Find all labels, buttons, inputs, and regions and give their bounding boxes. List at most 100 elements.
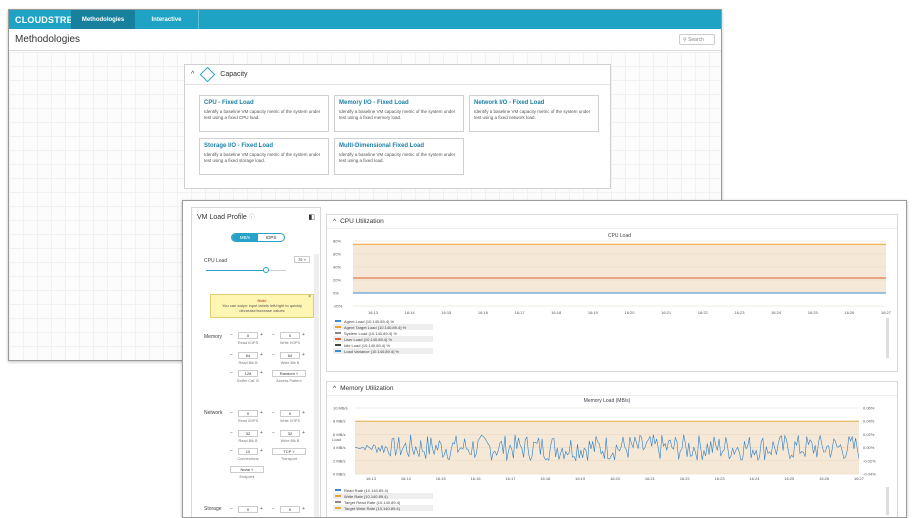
x-tick-label: 16:16 — [478, 310, 489, 315]
mem-read-iops-input[interactable]: 0 — [238, 332, 258, 339]
mem-write-iops-input[interactable]: 0 — [280, 332, 300, 339]
cpu-load-label: CPU Load — [204, 258, 228, 264]
chart-title: CPU Load — [608, 233, 631, 239]
capacity-header[interactable]: ^ Capacity — [185, 65, 610, 85]
net-write-blk-input[interactable]: 32 — [280, 430, 300, 437]
info-icon[interactable]: ⓘ — [249, 215, 255, 221]
vm-load-profile-panel: VM Load Profile ⓘ ◧ MB/s IOPS CPU Load 7… — [191, 207, 321, 517]
card-title: Memory I/O - Fixed Load — [339, 100, 409, 106]
x-tick-label: 16:22 — [698, 310, 709, 315]
mem-pattern-select[interactable]: Random ˅ — [272, 370, 306, 377]
minus-button[interactable]: − — [272, 506, 275, 512]
legend-label: Agent Load (10.140.89.4) % — [344, 318, 395, 324]
plot-area — [353, 244, 886, 293]
memory-utilization-panel: ^ Memory Utilization Memory Load (MB/s) 10… — [326, 381, 898, 517]
chevron-up-icon[interactable]: ^ — [191, 71, 194, 78]
x-tick-label: 16:23 — [734, 310, 745, 315]
minus-button[interactable]: − — [230, 332, 233, 338]
minus-button[interactable]: − — [272, 430, 275, 436]
mem-read-blk-label: Read Blk B — [238, 361, 258, 365]
legend-item[interactable]: Load Variance (10.140.89.4) % — [333, 348, 433, 354]
legend-label: System Load (10.140.89.4) % — [344, 330, 397, 336]
minus-button[interactable]: − — [272, 352, 275, 358]
net-conn-label: Connections — [237, 457, 259, 461]
minus-button[interactable]: − — [230, 448, 233, 454]
legend-swatch — [335, 344, 341, 346]
card-desc: Identify a baseline VM capacity metric o… — [474, 109, 591, 120]
minus-button[interactable]: − — [230, 352, 233, 358]
minus-button[interactable]: − — [230, 506, 233, 512]
cpu-load-select[interactable]: 75 ˅ — [294, 256, 310, 263]
plus-button[interactable]: + — [260, 410, 263, 416]
net-read-blk-label: Read Blk B — [238, 439, 258, 443]
vm-profile-header: VM Load Profile ⓘ ◧ — [192, 208, 320, 225]
search-input[interactable]: ⚲ Search — [679, 34, 715, 45]
plus-button[interactable]: + — [302, 430, 305, 436]
mem-panel-title: Memory Utilization — [340, 385, 394, 392]
mem-write-blk-label: Write Blk B — [280, 361, 300, 365]
net-read-input[interactable]: 0 — [238, 410, 258, 417]
profile-scrollbar[interactable] — [314, 254, 319, 517]
plus-button[interactable]: + — [302, 352, 305, 358]
legend-item[interactable]: Target Write Rate (10.140.89.4) — [333, 505, 433, 511]
mem-buffer-input[interactable]: 128 — [238, 370, 258, 377]
x-tick-label: 16:19 — [588, 310, 599, 315]
minus-button[interactable]: − — [272, 410, 275, 416]
sto-input-b[interactable]: 0 — [280, 506, 300, 513]
capacity-title: Capacity — [220, 71, 248, 78]
net-endpoint-select[interactable]: None ˅ — [230, 466, 264, 473]
plus-button[interactable]: + — [260, 430, 263, 436]
net-read-blk-input[interactable]: 32 — [238, 430, 258, 437]
chevron-up-icon[interactable]: ^ — [333, 385, 336, 392]
plus-button[interactable]: + — [302, 410, 305, 416]
net-conn-input[interactable]: 10 — [238, 448, 258, 455]
plus-button[interactable]: + — [302, 506, 305, 512]
interactive-window: VM Load Profile ⓘ ◧ MB/s IOPS CPU Load 7… — [182, 200, 907, 518]
card-network-fixed-load[interactable]: Network I/O - Fixed Load Identify a base… — [469, 95, 599, 132]
plus-button[interactable]: + — [302, 332, 305, 338]
card-storage-fixed-load[interactable]: Storage I/O - Fixed Load Identify a base… — [199, 138, 329, 175]
legend-label: Read Rate (10.140.89.4) — [344, 487, 389, 493]
card-memory-fixed-load[interactable]: Memory I/O - Fixed Load Identify a basel… — [334, 95, 464, 132]
card-desc: Identify a baseline VM capacity metric o… — [204, 152, 321, 163]
seg-iops[interactable]: IOPS — [258, 234, 284, 241]
y2-tick-label: 0.02% — [863, 432, 875, 437]
cpu-load-chart: CPU Load 80% 60% 40% 20% 0% -20% 16:13 16:14 16:1… — [333, 233, 891, 315]
plus-button[interactable]: + — [260, 352, 263, 358]
plus-button[interactable]: + — [260, 506, 263, 512]
mem-panel-header[interactable]: ^ Memory Utilization — [327, 382, 897, 396]
plus-button[interactable]: + — [260, 332, 263, 338]
panel-toggle-icon[interactable]: ◧ — [308, 213, 315, 221]
cpu-panel-header[interactable]: ^ CPU Utilization — [327, 215, 897, 229]
net-write-input[interactable]: 0 — [280, 410, 300, 417]
cpu-scrollbar[interactable] — [886, 318, 889, 358]
net-transport-select[interactable]: TCP ˅ — [272, 448, 306, 455]
plus-button[interactable]: + — [260, 448, 263, 454]
mem-pattern-value: Random — [279, 371, 295, 376]
mem-read-blk-input[interactable]: 64 — [238, 352, 258, 359]
mem-write-blk-input[interactable]: 64 — [280, 352, 300, 359]
card-multi-dimensional[interactable]: Multi-Dimensional Fixed Load Identify a … — [334, 138, 464, 175]
minus-button[interactable]: − — [230, 410, 233, 416]
minus-button[interactable]: − — [230, 430, 233, 436]
mem-pattern-label: Access Pattern — [276, 379, 302, 383]
tab-interactive[interactable]: Interactive — [135, 10, 199, 29]
page-title: Methodologies — [15, 34, 81, 45]
close-icon[interactable]: × — [308, 295, 311, 300]
sto-input-a[interactable]: 0 — [238, 506, 258, 513]
x-tick-label: 16:20 — [610, 476, 621, 481]
mem-scrollbar[interactable] — [886, 487, 889, 515]
memory-label: Memory — [204, 334, 223, 340]
vm-profile-title: VM Load Profile — [197, 214, 247, 221]
mem-legend: Read Rate (10.140.89.4) Write Rate (10.14… — [333, 487, 433, 511]
chevron-up-icon[interactable]: ^ — [333, 218, 336, 225]
plus-button[interactable]: + — [260, 370, 263, 376]
card-cpu-fixed-load[interactable]: CPU - Fixed Load Identify a baseline VM … — [199, 95, 329, 132]
unit-toggle[interactable]: MB/s IOPS — [231, 233, 285, 242]
cpu-slider-handle[interactable] — [263, 267, 269, 273]
seg-mbs[interactable]: MB/s — [232, 234, 258, 241]
legend-swatch — [335, 332, 341, 334]
tab-methodologies[interactable]: Methodologies — [71, 10, 135, 29]
minus-button[interactable]: − — [230, 370, 233, 376]
minus-button[interactable]: − — [272, 332, 275, 338]
